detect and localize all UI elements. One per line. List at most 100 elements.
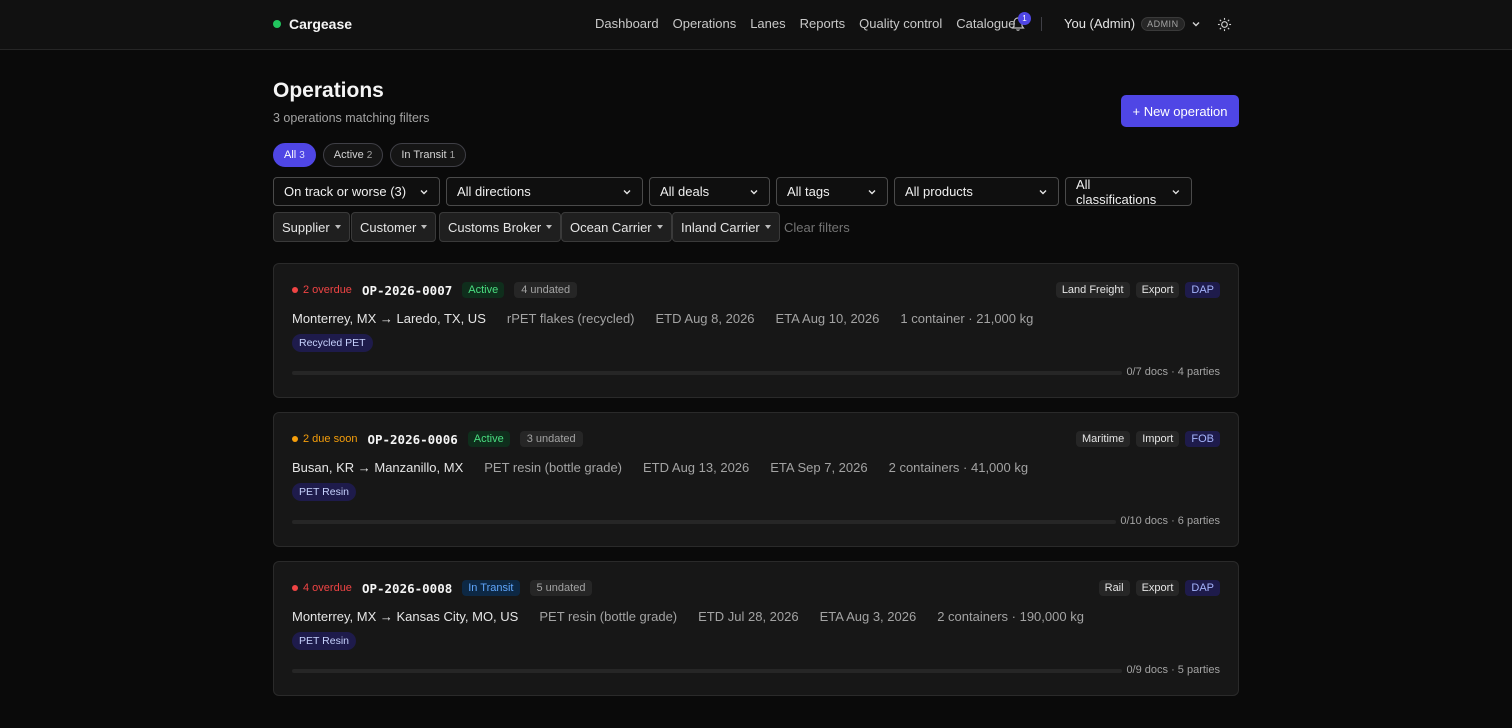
tag-select[interactable]: All tags <box>776 177 888 206</box>
product-select-value: All products <box>905 184 973 199</box>
card-header: 2 due soon OP-2026-0006 Active 3 undated <box>292 431 583 447</box>
chevron-down-icon <box>1192 21 1200 26</box>
brand[interactable]: Cargease <box>273 16 352 32</box>
chip-in-transit[interactable]: In Transit 1 <box>390 143 467 167</box>
product-tag: PET Resin <box>292 632 356 650</box>
chevron-down-icon <box>623 189 631 194</box>
due-dot <box>292 436 298 442</box>
inland-carrier-filter-label: Inland Carrier <box>681 219 760 235</box>
docs-progress-bar <box>292 669 1122 673</box>
chip-all[interactable]: All 3 <box>273 143 316 167</box>
due-indicator: 2 due soon <box>292 433 357 445</box>
due-text: 2 overdue <box>303 284 352 296</box>
brand-status-dot <box>273 20 281 28</box>
card-tags: Maritime Import FOB <box>1076 431 1220 447</box>
health-select-value: On track or worse (3) <box>284 184 407 199</box>
operation-id[interactable]: OP-2026-0006 <box>367 432 457 447</box>
nav-item-catalogue[interactable]: Catalogue <box>956 16 1015 31</box>
nav-item-reports[interactable]: Reports <box>800 16 846 31</box>
operation-card[interactable]: 4 overdue OP-2026-0008 In Transit 5 unda… <box>273 561 1239 696</box>
caret-down-icon <box>764 225 771 229</box>
chip-label: All <box>284 149 297 161</box>
inland-carrier-filter[interactable]: Inland Carrier <box>672 212 780 242</box>
chip-label: Active <box>333 149 364 161</box>
load: 2 containers · 190,000 kg <box>937 609 1084 624</box>
product: rPET flakes (recycled) <box>506 311 635 326</box>
tag-select-value: All tags <box>787 184 830 199</box>
clear-filters-link[interactable]: Clear filters <box>784 220 850 235</box>
notification-count-badge: 1 <box>1018 12 1031 25</box>
results-count: 3 operations matching filters <box>273 111 430 125</box>
eta: ETA Aug 3, 2026 <box>819 609 917 624</box>
user-name: You (Admin) <box>1064 16 1136 31</box>
eta: ETA Sep 7, 2026 <box>770 460 868 475</box>
direction-tag: Export <box>1135 282 1180 298</box>
supplier-filter[interactable]: Supplier <box>273 212 350 242</box>
card-details: Monterrey, MX → Kansas City, MO, US PET … <box>292 609 1084 624</box>
product-select[interactable]: All products <box>894 177 1059 206</box>
sun-icon[interactable] <box>1217 17 1232 32</box>
load: 2 containers · 41,000 kg <box>888 460 1029 475</box>
customer-filter-label: Customer <box>360 219 417 235</box>
caret-down-icon <box>421 225 428 229</box>
customs-broker-filter[interactable]: Customs Broker <box>439 212 562 242</box>
status-badge: Active <box>462 282 505 298</box>
eta: ETA Aug 10, 2026 <box>775 311 880 326</box>
docs-count: 0/9 docs · 5 parties <box>1126 664 1220 676</box>
direction-select[interactable]: All directions <box>446 177 643 206</box>
undated-badge: 4 undated <box>514 282 578 298</box>
chevron-down-icon <box>420 189 428 194</box>
nav-item-lanes[interactable]: Lanes <box>750 16 785 31</box>
deal-select-value: All deals <box>660 184 710 199</box>
customer-filter[interactable]: Customer <box>351 212 437 242</box>
chip-label: In Transit <box>401 149 447 161</box>
etd: ETD Aug 8, 2026 <box>655 311 755 326</box>
operation-id[interactable]: OP-2026-0008 <box>362 581 452 596</box>
classification-select-value: All classifications <box>1076 176 1157 207</box>
product-tag: PET Resin <box>292 483 356 501</box>
chip-count: 1 <box>449 149 456 161</box>
due-indicator: 4 overdue <box>292 582 352 594</box>
classification-select[interactable]: All classifications <box>1065 176 1192 207</box>
incoterm-tag: DAP <box>1185 282 1220 298</box>
operation-id[interactable]: OP-2026-0007 <box>362 283 452 298</box>
chip-active[interactable]: Active 2 <box>322 143 384 167</box>
etd: ETD Aug 13, 2026 <box>643 460 750 475</box>
due-indicator: 2 overdue <box>292 284 352 296</box>
undated-badge: 5 undated <box>529 580 593 596</box>
top-nav: Cargease Dashboard Operations Lanes Repo… <box>0 0 1512 50</box>
nav-item-dashboard[interactable]: Dashboard <box>595 16 659 31</box>
docs-count: 0/10 docs · 6 parties <box>1120 515 1220 527</box>
ocean-carrier-filter[interactable]: Ocean Carrier <box>561 212 672 242</box>
route: Busan, KR → Manzanillo, MX <box>292 460 464 475</box>
user-menu[interactable]: You (Admin) ADMIN <box>1064 16 1201 31</box>
operation-card[interactable]: 2 overdue OP-2026-0007 Active 4 undated … <box>273 263 1239 398</box>
route: Monterrey, MX → Laredo, TX, US <box>292 311 486 326</box>
incoterm-tag: FOB <box>1185 431 1220 447</box>
chip-count: 2 <box>366 149 373 161</box>
card-header: 2 overdue OP-2026-0007 Active 4 undated <box>292 282 578 298</box>
nav-item-operations[interactable]: Operations <box>673 16 737 31</box>
status-badge: In Transit <box>462 580 520 596</box>
operation-card[interactable]: 2 due soon OP-2026-0006 Active 3 undated… <box>273 412 1239 547</box>
main-nav: Dashboard Operations Lanes Reports Quali… <box>595 16 1016 31</box>
mode-tag: Maritime <box>1076 431 1131 447</box>
mode-tag: Rail <box>1098 580 1130 596</box>
nav-item-quality-control[interactable]: Quality control <box>859 16 942 31</box>
card-tags: Rail Export DAP <box>1098 580 1220 596</box>
undated-badge: 3 undated <box>519 431 583 447</box>
nav-divider <box>1041 17 1042 31</box>
health-select[interactable]: On track or worse (3) <box>273 177 440 206</box>
brand-name: Cargease <box>289 16 353 32</box>
card-header: 4 overdue OP-2026-0008 In Transit 5 unda… <box>292 580 593 596</box>
direction-tag: Export <box>1135 580 1180 596</box>
due-text: 2 due soon <box>303 433 358 445</box>
direction-select-value: All directions <box>457 184 531 199</box>
deal-select[interactable]: All deals <box>649 177 770 206</box>
card-details: Busan, KR → Manzanillo, MX PET resin (bo… <box>292 460 1028 475</box>
incoterm-tag: DAP <box>1185 580 1220 596</box>
role-badge: ADMIN <box>1141 16 1185 31</box>
new-operation-button[interactable]: + New operation <box>1121 95 1239 127</box>
product-tag: Recycled PET <box>292 334 373 352</box>
status-badge: Active <box>467 431 510 447</box>
